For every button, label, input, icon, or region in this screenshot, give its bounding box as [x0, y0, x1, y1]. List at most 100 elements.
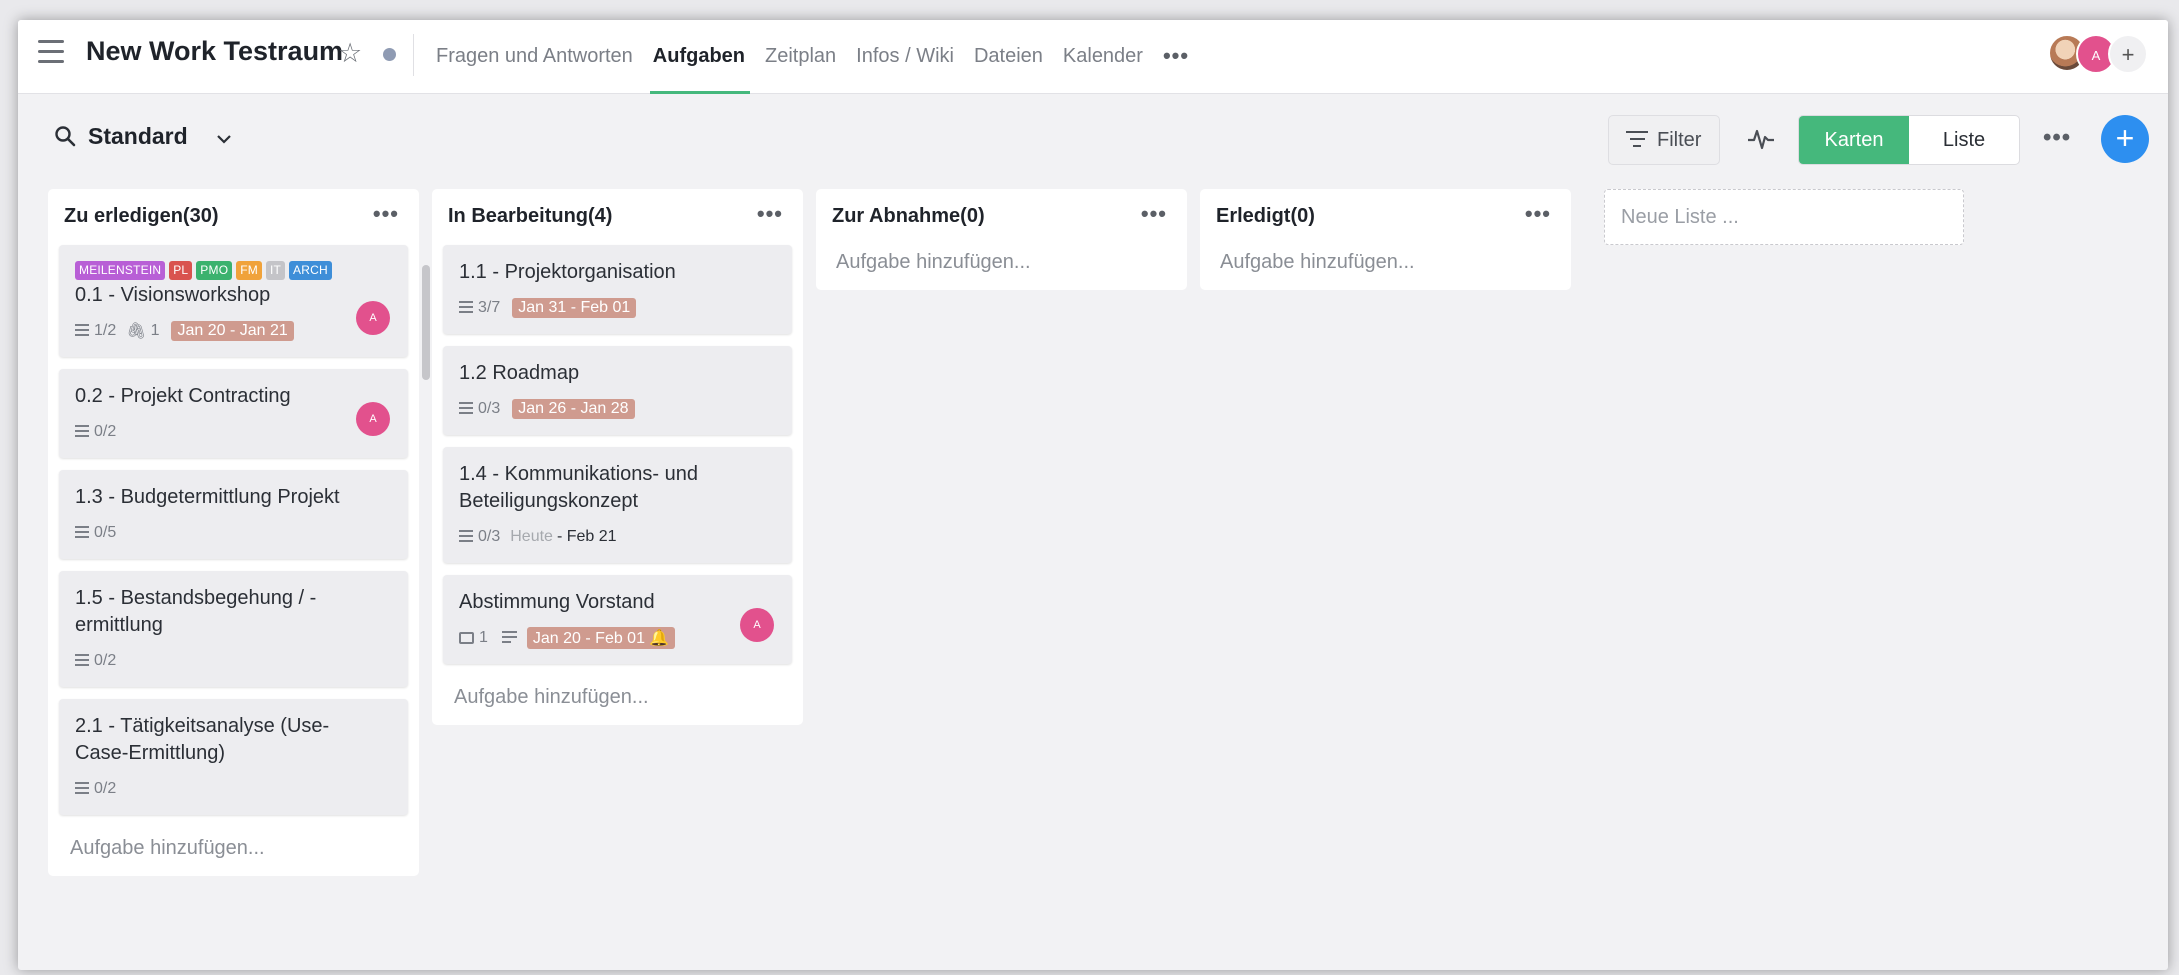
checklist-count: 0/2: [94, 780, 117, 797]
space-title: New Work Testraum: [86, 36, 344, 66]
add-member-button[interactable]: +: [2108, 34, 2148, 74]
card-title: 1.1 - Projektorganisation: [459, 261, 676, 283]
task-card[interactable]: Abstimmung Vorstand 1 Jan 20 - Feb 01 🔔 A: [443, 575, 792, 664]
column-more-icon[interactable]: •••: [1141, 201, 1167, 227]
checklist-count: 1/2: [94, 322, 117, 339]
activity-icon[interactable]: [1746, 124, 1776, 154]
card-meta: 0/2: [75, 777, 392, 801]
card-meta: 0/5: [75, 521, 392, 545]
view-selector[interactable]: Standard: [88, 123, 188, 150]
checklist-count: 0/3: [478, 400, 501, 417]
column-header: In Bearbeitung(4) •••: [432, 189, 803, 245]
avatar[interactable]: A: [356, 402, 390, 436]
task-card[interactable]: 1.5 - Bestandsbegehung / -ermittlung 0/2: [59, 571, 408, 687]
tag-pl: PL: [169, 261, 193, 280]
menu-icon[interactable]: [38, 40, 64, 64]
tab-fragen-und-antworten[interactable]: Fragen und Antworten: [436, 20, 633, 94]
column-title: In Bearbeitung(4): [448, 205, 613, 227]
column-more-icon[interactable]: •••: [1525, 201, 1551, 227]
checklist-count: 0/3: [478, 528, 501, 545]
attachment-count: 1: [150, 322, 160, 339]
card-meta: 1/2 🖇 1 Jan 20 - Jan 21: [75, 319, 392, 343]
column-erledigt: Erledigt(0) ••• Aufgabe hinzufügen...: [1200, 189, 1571, 290]
task-card[interactable]: 1.1 - Projektorganisation 3/7 Jan 31 - F…: [443, 245, 792, 334]
card-title: 1.2 Roadmap: [459, 362, 580, 384]
end-date: - Feb 21: [556, 528, 617, 545]
card-title: 2.1 - Tätigkeitsanalyse (Use-Case-Ermitt…: [75, 715, 330, 764]
tag-pmo: PMO: [196, 261, 233, 280]
column-in-bearbeitung: In Bearbeitung(4) ••• 1.1 - Projektorgan…: [432, 189, 803, 725]
view-toggle: Karten Liste: [1798, 115, 2020, 165]
checklist-icon: [75, 323, 89, 339]
add-task-button[interactable]: +: [2101, 115, 2149, 163]
star-icon[interactable]: ☆: [338, 38, 362, 69]
top-navigation: New Work Testraum ☆ Fragen und Antworten…: [18, 20, 2168, 94]
card-meta: 0/2: [75, 420, 392, 444]
add-task-link[interactable]: Aufgabe hinzufügen...: [1200, 245, 1571, 290]
more-tabs-icon[interactable]: •••: [1163, 20, 1189, 94]
card-title: 0.1 - Visionsworkshop: [75, 284, 271, 306]
tab-aufgaben[interactable]: Aufgaben: [649, 20, 751, 94]
card-meta: 0/3 Jan 26 - Jan 28: [459, 397, 776, 421]
task-card[interactable]: 1.3 - Budgetermittlung Projekt 0/5: [59, 470, 408, 559]
checklist-icon: [75, 525, 89, 541]
checklist-count: 0/2: [94, 423, 117, 440]
tab-zeitplan[interactable]: Zeitplan: [765, 20, 836, 94]
cards-view-button[interactable]: Karten: [1799, 116, 1909, 164]
tag-list: MEILENSTEIN PL PMO FM IT ARCH: [75, 261, 392, 280]
add-task-link[interactable]: Aufgabe hinzufügen...: [48, 827, 419, 876]
column-title: Zu erledigen(30): [64, 205, 219, 227]
tag-it: IT: [265, 261, 286, 280]
checklist-icon: [75, 653, 89, 669]
card-title: 1.5 - Bestandsbegehung / -ermittlung: [75, 587, 317, 636]
card-title: 1.3 - Budgetermittlung Projekt: [75, 486, 340, 508]
tab-infos-wiki[interactable]: Infos / Wiki: [856, 20, 954, 94]
due-date-badge: Jan 20 - Feb 01 🔔: [526, 627, 675, 649]
card-meta: 0/2: [75, 649, 392, 673]
tab-dateien[interactable]: Dateien: [974, 20, 1043, 94]
checklist-icon: [459, 529, 473, 545]
tab-kalender[interactable]: Kalender: [1063, 20, 1143, 94]
checklist-count: 0/5: [94, 524, 117, 541]
start-date: Heute: [510, 528, 553, 545]
card-title: 1.4 - Kommunikations- und Beteiligungsko…: [459, 463, 699, 512]
column-header: Erledigt(0) •••: [1200, 189, 1571, 245]
bell-icon: 🔔: [648, 630, 669, 647]
tab-bar: Fragen und Antworten Aufgaben Zeitplan I…: [436, 20, 1209, 94]
due-date-badge: Jan 26 - Jan 28: [512, 399, 635, 419]
column-zur-abnahme: Zur Abnahme(0) ••• Aufgabe hinzufügen...: [816, 189, 1187, 290]
new-list-input[interactable]: Neue Liste ...: [1604, 189, 1964, 245]
task-card[interactable]: 1.2 Roadmap 0/3 Jan 26 - Jan 28: [443, 346, 792, 435]
description-icon: [501, 630, 517, 646]
task-card[interactable]: 1.4 - Kommunikations- und Beteiligungsko…: [443, 447, 792, 563]
avatar[interactable]: A: [740, 608, 774, 642]
task-card[interactable]: 2.1 - Tätigkeitsanalyse (Use-Case-Ermitt…: [59, 699, 408, 815]
checklist-count: 3/7: [478, 299, 501, 316]
task-card[interactable]: 0.2 - Projekt Contracting 0/2 A: [59, 369, 408, 458]
status-dot-icon: [383, 48, 396, 61]
more-options-icon[interactable]: •••: [2043, 124, 2071, 152]
column-more-icon[interactable]: •••: [373, 201, 399, 227]
list-view-button[interactable]: Liste: [1909, 116, 2019, 164]
column-title: Erledigt(0): [1216, 205, 1315, 227]
add-task-link[interactable]: Aufgabe hinzufügen...: [432, 676, 803, 725]
search-icon[interactable]: [54, 125, 76, 147]
column-title: Zur Abnahme(0): [832, 205, 985, 227]
tag-fm: FM: [236, 261, 262, 280]
checklist-count: 0/2: [94, 652, 117, 669]
card-meta: 3/7 Jan 31 - Feb 01: [459, 296, 776, 320]
avatar[interactable]: A: [356, 301, 390, 335]
add-task-link[interactable]: Aufgabe hinzufügen...: [816, 245, 1187, 290]
column-zu-erledigen: Zu erledigen(30) ••• MEILENSTEIN PL PMO …: [48, 189, 419, 876]
due-date-badge: Jan 31 - Feb 01: [512, 298, 637, 318]
filter-button[interactable]: Filter: [1608, 115, 1720, 165]
tag-arch: ARCH: [289, 261, 332, 280]
column-scrollbar[interactable]: [422, 265, 430, 380]
column-more-icon[interactable]: •••: [757, 201, 783, 227]
chevron-down-icon[interactable]: [215, 130, 233, 148]
comment-count: 1: [479, 629, 488, 646]
checklist-icon: [75, 781, 89, 797]
task-card[interactable]: MEILENSTEIN PL PMO FM IT ARCH 0.1 - Visi…: [59, 245, 408, 357]
card-title: 0.2 - Projekt Contracting: [75, 385, 291, 407]
comment-icon: [459, 632, 474, 644]
